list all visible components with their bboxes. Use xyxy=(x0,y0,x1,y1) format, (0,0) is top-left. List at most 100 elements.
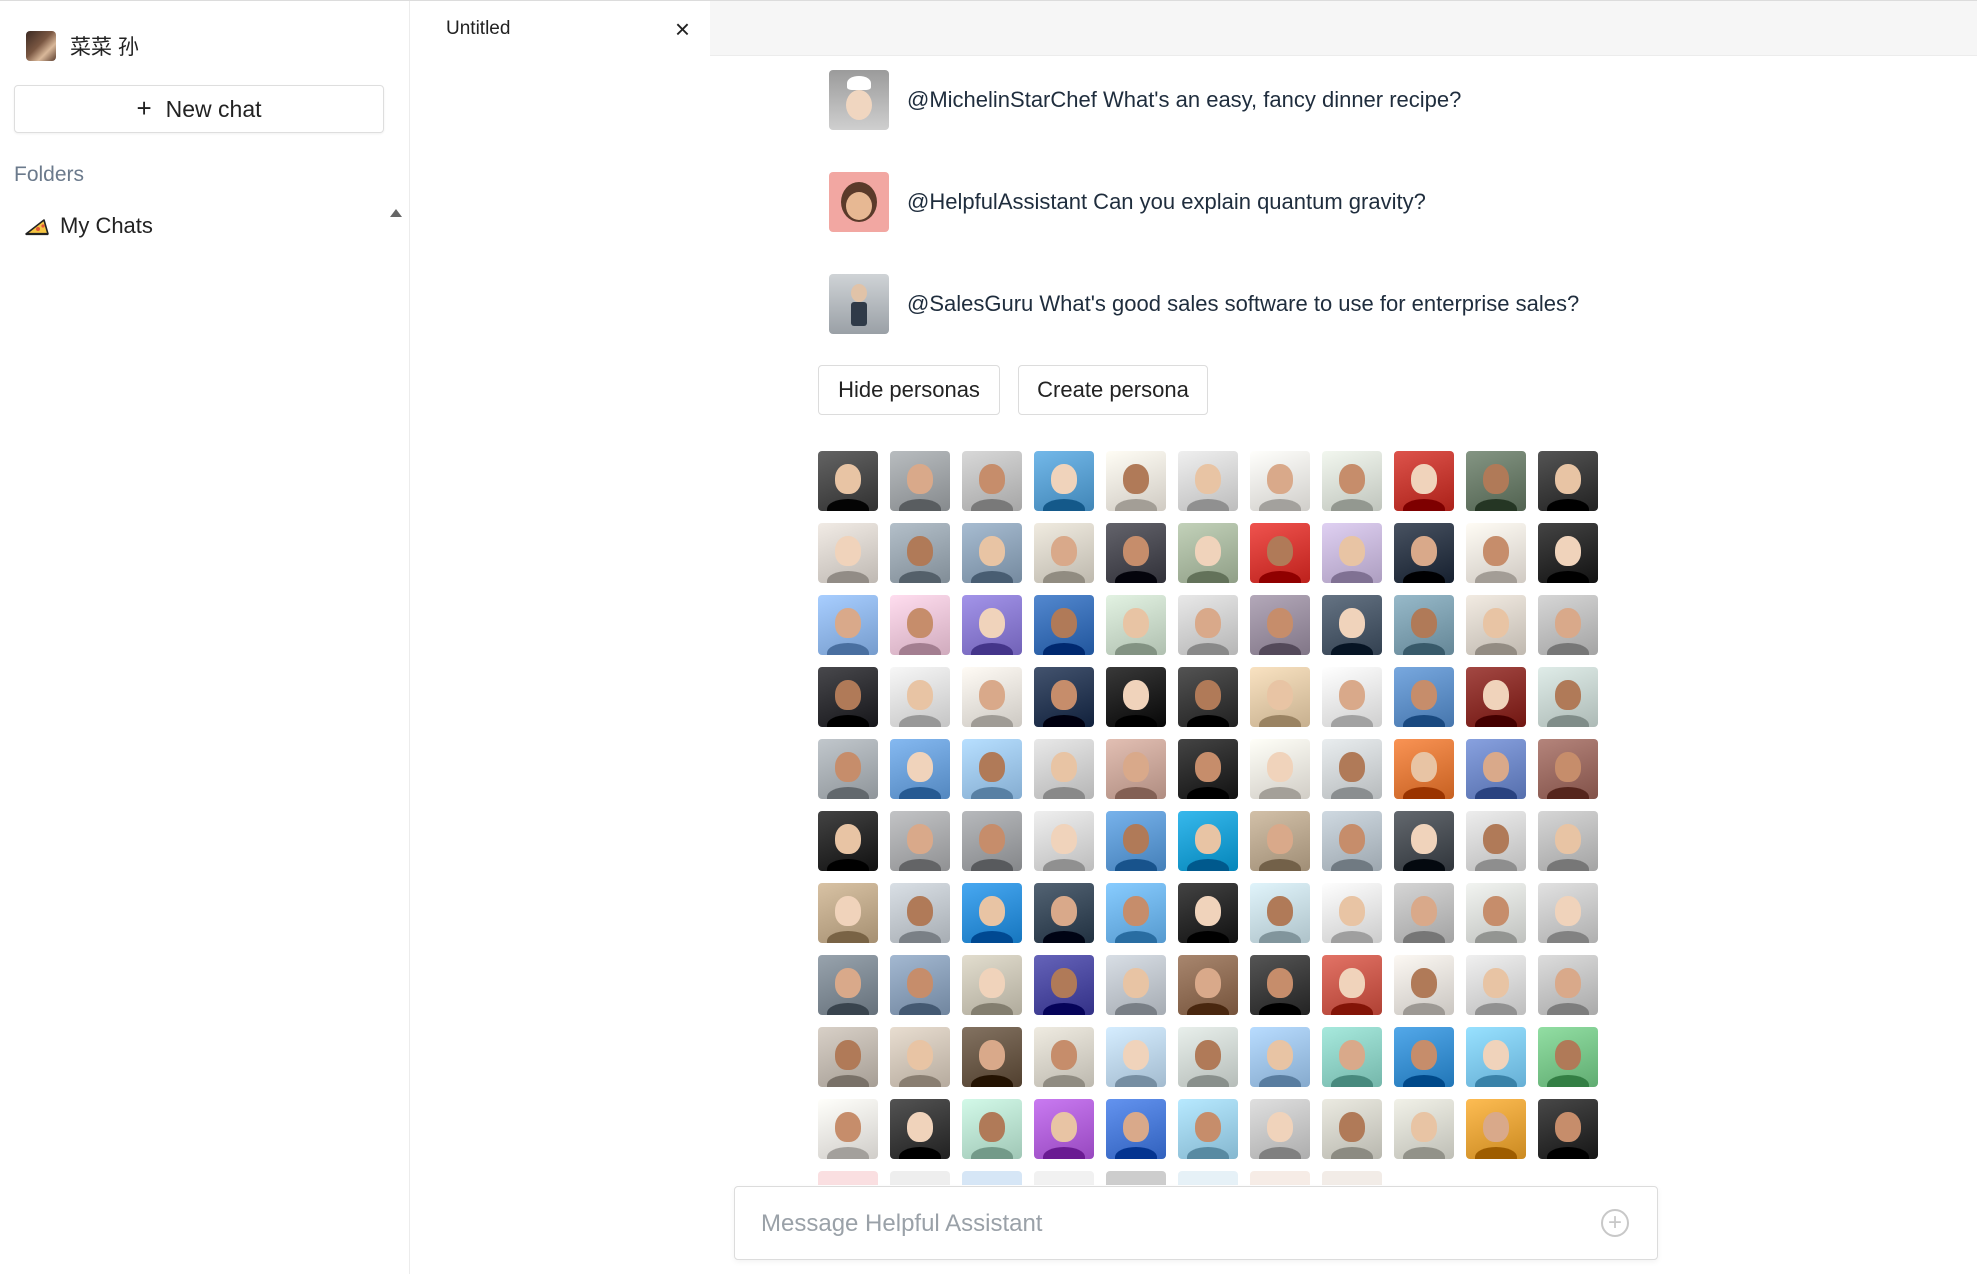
persona-avatar[interactable] xyxy=(890,1027,950,1087)
persona-avatar[interactable] xyxy=(962,1027,1022,1087)
persona-avatar[interactable] xyxy=(1538,1099,1598,1159)
persona-avatar[interactable] xyxy=(1466,955,1526,1015)
persona-avatar[interactable] xyxy=(1106,595,1166,655)
persona-avatar[interactable] xyxy=(962,811,1022,871)
persona-avatar[interactable] xyxy=(962,595,1022,655)
persona-avatar[interactable] xyxy=(1322,811,1382,871)
persona-avatar[interactable] xyxy=(818,739,878,799)
persona-avatar[interactable] xyxy=(1394,811,1454,871)
persona-avatar[interactable] xyxy=(1178,883,1238,943)
persona-avatar[interactable] xyxy=(1034,811,1094,871)
close-icon[interactable]: × xyxy=(675,16,690,42)
persona-avatar[interactable] xyxy=(1106,883,1166,943)
persona-avatar[interactable] xyxy=(1394,883,1454,943)
persona-avatar[interactable] xyxy=(962,523,1022,583)
persona-avatar[interactable] xyxy=(890,955,950,1015)
persona-avatar[interactable] xyxy=(1178,811,1238,871)
new-chat-button[interactable]: + New chat xyxy=(14,85,384,133)
persona-avatar[interactable] xyxy=(890,523,950,583)
persona-avatar[interactable] xyxy=(1538,811,1598,871)
persona-avatar[interactable] xyxy=(1178,1099,1238,1159)
persona-avatar[interactable] xyxy=(1034,739,1094,799)
persona-avatar[interactable] xyxy=(1178,955,1238,1015)
persona-avatar[interactable] xyxy=(1178,667,1238,727)
persona-avatar[interactable] xyxy=(1034,595,1094,655)
persona-avatar[interactable] xyxy=(890,1099,950,1159)
persona-avatar[interactable] xyxy=(1394,1027,1454,1087)
persona-avatar[interactable] xyxy=(1394,451,1454,511)
persona-avatar[interactable] xyxy=(1250,955,1310,1015)
persona-avatar[interactable] xyxy=(1034,1099,1094,1159)
persona-avatar[interactable] xyxy=(818,1027,878,1087)
persona-avatar[interactable] xyxy=(1466,811,1526,871)
persona-avatar[interactable] xyxy=(1178,739,1238,799)
persona-avatar[interactable] xyxy=(1394,667,1454,727)
persona-avatar[interactable] xyxy=(1538,883,1598,943)
persona-avatar[interactable] xyxy=(890,667,950,727)
persona-avatar[interactable] xyxy=(1106,955,1166,1015)
persona-avatar[interactable] xyxy=(1322,523,1382,583)
persona-avatar[interactable] xyxy=(1106,811,1166,871)
persona-avatar[interactable] xyxy=(1250,667,1310,727)
persona-avatar[interactable] xyxy=(1322,667,1382,727)
tab-untitled[interactable]: Untitled × xyxy=(410,1,710,56)
persona-avatar[interactable] xyxy=(962,451,1022,511)
persona-avatar[interactable] xyxy=(1466,523,1526,583)
persona-prompt-sales[interactable]: @SalesGuru What's good sales software to… xyxy=(829,274,1579,334)
persona-avatar[interactable] xyxy=(1178,451,1238,511)
persona-prompt-chef[interactable]: @MichelinStarChef What's an easy, fancy … xyxy=(829,70,1461,130)
persona-avatar[interactable] xyxy=(962,667,1022,727)
persona-avatar[interactable] xyxy=(1538,1027,1598,1087)
persona-avatar[interactable] xyxy=(818,667,878,727)
collapse-triangle-icon[interactable] xyxy=(390,209,402,217)
hide-personas-button[interactable]: Hide personas xyxy=(818,365,1000,415)
persona-avatar[interactable] xyxy=(1322,739,1382,799)
persona-avatar[interactable] xyxy=(1466,667,1526,727)
persona-avatar[interactable] xyxy=(1466,1099,1526,1159)
persona-avatar[interactable] xyxy=(1250,811,1310,871)
persona-avatar[interactable] xyxy=(1322,883,1382,943)
persona-avatar[interactable] xyxy=(1466,1027,1526,1087)
persona-avatar[interactable] xyxy=(962,883,1022,943)
persona-avatar[interactable] xyxy=(1394,1099,1454,1159)
persona-avatar[interactable] xyxy=(1538,667,1598,727)
persona-avatar[interactable] xyxy=(1034,523,1094,583)
persona-avatar[interactable] xyxy=(1466,739,1526,799)
persona-avatar[interactable] xyxy=(1466,883,1526,943)
add-circle-icon[interactable]: + xyxy=(1601,1209,1629,1237)
persona-avatar[interactable] xyxy=(1034,667,1094,727)
persona-avatar[interactable] xyxy=(1394,739,1454,799)
persona-avatar[interactable] xyxy=(818,883,878,943)
persona-avatar[interactable] xyxy=(818,955,878,1015)
persona-avatar[interactable] xyxy=(1250,451,1310,511)
persona-avatar[interactable] xyxy=(890,811,950,871)
persona-avatar[interactable] xyxy=(1322,595,1382,655)
persona-avatar[interactable] xyxy=(1250,739,1310,799)
persona-avatar[interactable] xyxy=(1394,523,1454,583)
persona-avatar[interactable] xyxy=(890,595,950,655)
persona-avatar[interactable] xyxy=(962,739,1022,799)
persona-avatar[interactable] xyxy=(1106,451,1166,511)
persona-avatar[interactable] xyxy=(1034,451,1094,511)
persona-avatar[interactable] xyxy=(890,883,950,943)
persona-avatar[interactable] xyxy=(1322,1099,1382,1159)
persona-avatar[interactable] xyxy=(1250,523,1310,583)
persona-avatar[interactable] xyxy=(818,451,878,511)
persona-avatar[interactable] xyxy=(1322,955,1382,1015)
persona-avatar[interactable] xyxy=(1322,1027,1382,1087)
persona-avatar[interactable] xyxy=(1250,1027,1310,1087)
persona-avatar[interactable] xyxy=(1538,451,1598,511)
user-profile[interactable]: 菜菜 孙 xyxy=(26,31,139,61)
folder-item-my-chats[interactable]: My Chats xyxy=(24,213,153,239)
persona-avatar[interactable] xyxy=(818,1099,878,1159)
persona-avatar[interactable] xyxy=(1538,955,1598,1015)
persona-avatar[interactable] xyxy=(818,811,878,871)
persona-avatar[interactable] xyxy=(890,451,950,511)
persona-avatar[interactable] xyxy=(1178,595,1238,655)
persona-avatar[interactable] xyxy=(818,523,878,583)
persona-avatar[interactable] xyxy=(1034,955,1094,1015)
persona-avatar[interactable] xyxy=(1538,595,1598,655)
persona-prompt-assistant[interactable]: @HelpfulAssistant Can you explain quantu… xyxy=(829,172,1426,232)
persona-avatar[interactable] xyxy=(1034,1027,1094,1087)
persona-avatar[interactable] xyxy=(1250,1099,1310,1159)
